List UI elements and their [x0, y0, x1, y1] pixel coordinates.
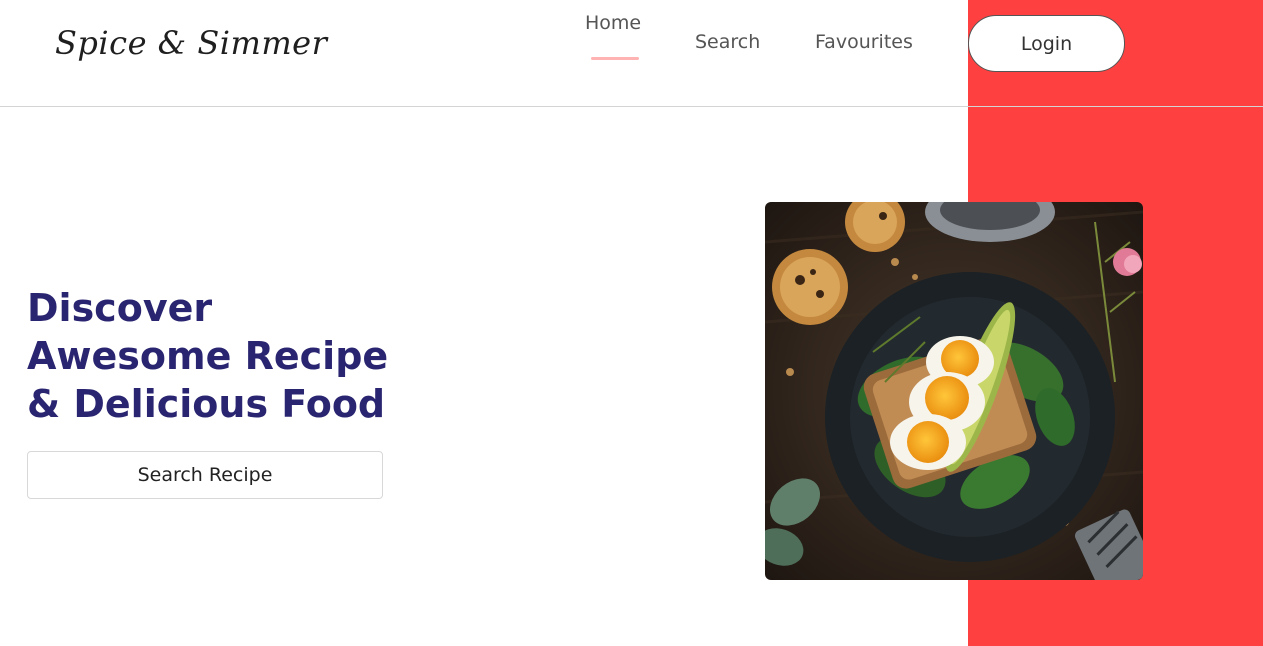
nav-link-home[interactable]: Home [585, 12, 641, 34]
navbar: Spice & Simmer Home Search Favourites Lo… [0, 0, 1263, 107]
hero-title-line-3: & Delicious Food [27, 382, 386, 426]
brand-logo[interactable]: Spice & Simmer [55, 24, 327, 62]
hero-title: Discover Awesome Recipe & Delicious Food [27, 284, 427, 428]
hero-title-line-1: Discover [27, 286, 213, 330]
nav-link-favourites[interactable]: Favourites [815, 31, 913, 53]
login-button[interactable]: Login [968, 15, 1125, 72]
hero-title-line-2: Awesome Recipe [27, 334, 389, 378]
nav-link-search[interactable]: Search [695, 31, 760, 53]
hero-food-image [765, 202, 1143, 580]
nav-active-indicator [591, 57, 639, 60]
search-recipe-button[interactable]: Search Recipe [27, 451, 383, 499]
food-photo-icon [765, 202, 1143, 580]
